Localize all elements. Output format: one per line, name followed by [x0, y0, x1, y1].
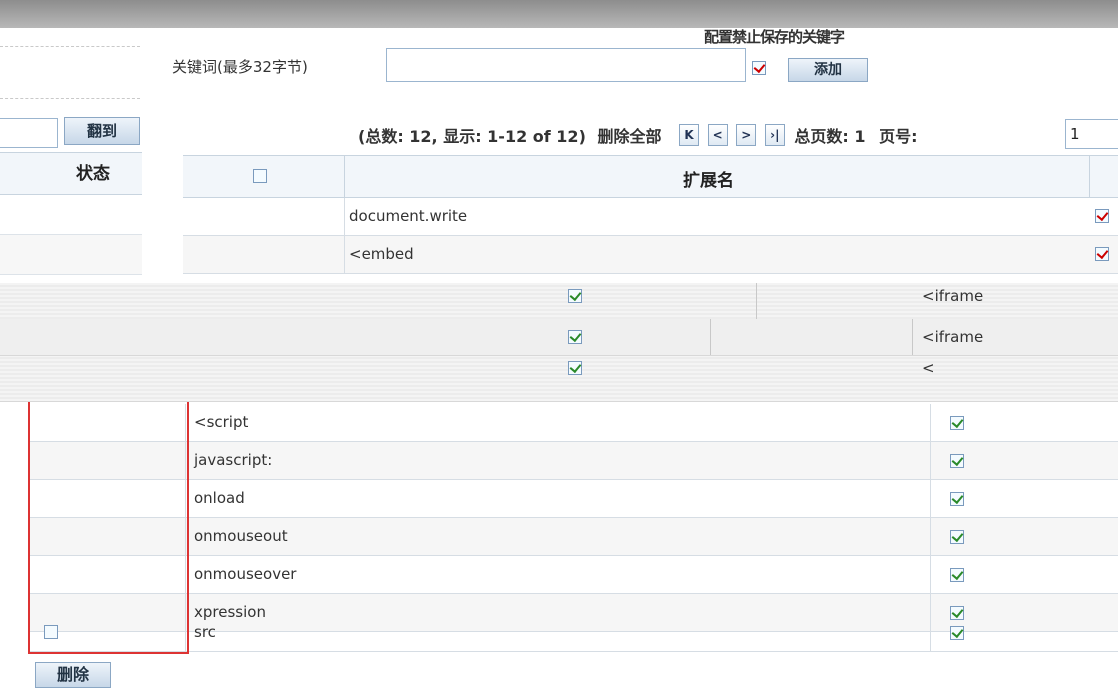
table-row: < — [0, 355, 1118, 402]
keyword-input[interactable] — [386, 48, 746, 82]
divider — [930, 556, 931, 593]
table-row: <embed — [183, 236, 1118, 274]
add-button[interactable]: 添加 — [788, 58, 868, 82]
extension-name: < — [922, 359, 935, 377]
page-number-input[interactable]: 1 — [1065, 119, 1118, 149]
select-all-checkbox[interactable] — [253, 169, 267, 183]
divider — [930, 442, 931, 479]
highlight-annotation — [28, 402, 189, 654]
status-column-header: 状态 — [0, 152, 142, 195]
enabled-checkbox[interactable] — [950, 454, 964, 468]
table-header: 扩展名 — [183, 155, 1118, 198]
table-row: javascript: — [30, 442, 1118, 480]
left-row — [0, 235, 142, 275]
extension-name: onmouseover — [194, 565, 297, 583]
last-page-icon[interactable]: ›| — [764, 124, 785, 146]
keyword-enable-checkbox[interactable] — [752, 61, 766, 75]
pager-summary: (总数: 12, 显示: 1-12 of 12) — [358, 127, 586, 146]
divider — [930, 404, 931, 441]
goto-button[interactable]: 翻到 — [64, 117, 140, 145]
extension-name: onload — [194, 489, 245, 507]
enabled-checkbox[interactable] — [1095, 247, 1109, 261]
extension-name: javascript: — [194, 451, 273, 469]
extension-name: <iframe — [922, 287, 984, 305]
enabled-checkbox[interactable] — [1095, 209, 1109, 223]
table-row: onmouseout — [30, 518, 1118, 556]
enabled-checkbox[interactable] — [950, 492, 964, 506]
total-pages: 总页数: 1 — [794, 127, 866, 146]
first-page-icon[interactable]: K — [679, 124, 700, 146]
page-title: 配置禁止保存的关键字 — [704, 28, 845, 46]
divider — [930, 614, 931, 651]
extension-name: document.write — [349, 207, 468, 225]
enabled-checkbox[interactable] — [568, 361, 582, 375]
page-number-label: 页号: — [879, 127, 918, 146]
divider — [344, 156, 345, 198]
pager: (总数: 12, 显示: 1-12 of 12) 删除全部 K < > ›| 总… — [358, 123, 917, 147]
divider — [0, 46, 140, 47]
extension-name: src — [194, 623, 216, 641]
divider — [756, 283, 757, 319]
enabled-checkbox[interactable] — [568, 289, 582, 303]
divider — [930, 518, 931, 555]
left-row — [0, 195, 142, 235]
rendering-artifact-band: <iframe <iframe < — [0, 283, 1118, 402]
table-row: src — [30, 614, 1118, 652]
table-row: document.write — [183, 198, 1118, 236]
divider — [930, 480, 931, 517]
delete-all-link[interactable]: 删除全部 — [597, 123, 661, 147]
enabled-checkbox[interactable] — [950, 568, 964, 582]
goto-page-input[interactable] — [0, 118, 58, 148]
enabled-checkbox[interactable] — [950, 626, 964, 640]
select-cell — [183, 198, 345, 235]
enabled-checkbox[interactable] — [950, 416, 964, 430]
divider — [0, 98, 140, 99]
table-row: onload — [30, 480, 1118, 518]
status-header-label: 状态 — [76, 164, 110, 184]
table-row: onmouseover — [30, 556, 1118, 594]
table-row: <iframe — [0, 319, 1118, 356]
extension-name: onmouseout — [194, 527, 288, 545]
delete-button[interactable]: 删除 — [35, 662, 111, 688]
divider — [1089, 156, 1090, 198]
extension-name: <iframe — [922, 328, 984, 346]
table-row: <script — [30, 404, 1118, 442]
title-bar — [0, 0, 1118, 28]
divider — [710, 319, 711, 355]
divider — [912, 319, 913, 355]
table-row: <iframe — [0, 283, 1118, 320]
next-page-icon[interactable]: > — [736, 124, 757, 146]
select-cell — [183, 236, 345, 273]
extension-name: <script — [194, 413, 249, 431]
extension-name: <embed — [349, 245, 414, 263]
keyword-label: 关键词(最多32字节) — [172, 58, 308, 76]
prev-page-icon[interactable]: < — [707, 124, 728, 146]
enabled-checkbox[interactable] — [950, 530, 964, 544]
extension-column-header: 扩展名 — [683, 171, 734, 191]
enabled-checkbox[interactable] — [568, 330, 582, 344]
